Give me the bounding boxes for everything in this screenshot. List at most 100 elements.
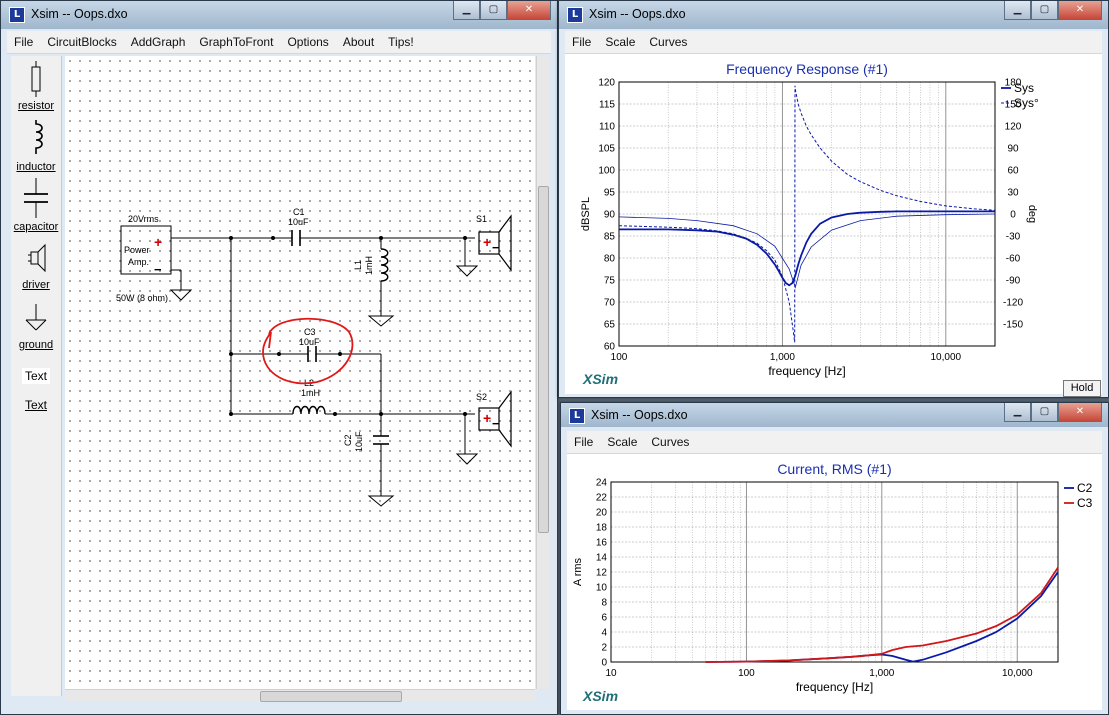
- y2-axis-label: deg: [1026, 205, 1038, 223]
- palette-label: resistor: [17, 100, 55, 112]
- x-tick-label: 10,000: [931, 352, 962, 363]
- schematic-canvas[interactable]: + − + − 20Vrms Power Amp. + − 50W (8 ohm…: [65, 56, 535, 689]
- ground-symbol: [367, 315, 395, 327]
- palette-text[interactable]: Text: [11, 368, 61, 384]
- inductor-icon: [35, 120, 43, 154]
- y-tick-label: 120: [598, 78, 615, 89]
- menu-tips[interactable]: Tips!: [381, 31, 421, 49]
- palette-driver[interactable]: driver: [11, 242, 61, 291]
- menu-file[interactable]: File: [7, 31, 40, 49]
- palette-inductor[interactable]: inductor: [11, 118, 61, 173]
- y-tick-label: 10: [596, 583, 608, 594]
- vertical-scrollbar[interactable]: [536, 56, 549, 689]
- current-rms-chart[interactable]: 02468101214161820222410 100 1,000 10,000Cur…: [567, 454, 1102, 710]
- series-line-unnamed: [618, 213, 996, 289]
- amp-power-label: 50W (8 ohm): [116, 293, 168, 303]
- y2-tick-label: 0: [1010, 210, 1016, 221]
- junction-dot: [271, 236, 275, 240]
- capacitor-icon: [24, 178, 48, 218]
- palette-ground[interactable]: ground: [11, 302, 61, 351]
- s1-name: S1: [476, 214, 487, 224]
- y-tick-label: 85: [604, 232, 616, 243]
- horizontal-scrollbar[interactable]: [65, 689, 535, 702]
- menu-options[interactable]: Options: [280, 31, 335, 49]
- y2-tick-label: -30: [1006, 232, 1021, 243]
- junction-dot: [379, 412, 383, 416]
- menu-about[interactable]: About: [336, 31, 381, 49]
- s1-minus: −: [492, 240, 500, 255]
- y-tick-label: 90: [604, 210, 616, 221]
- x-tick-label: 1,000: [869, 668, 894, 679]
- minimize-button[interactable]: ▁: [453, 1, 480, 20]
- scroll-thumb[interactable]: [260, 691, 402, 702]
- junction-dot: [379, 236, 383, 240]
- y-tick-label: 75: [604, 276, 616, 287]
- maximize-button[interactable]: ▢: [1031, 403, 1058, 422]
- menu-bar: File Scale Curves: [565, 31, 1102, 54]
- minimize-button[interactable]: ▁: [1004, 1, 1031, 20]
- app-icon: L: [9, 7, 25, 23]
- y-tick-label: 14: [596, 553, 608, 564]
- menu-addgraph[interactable]: AddGraph: [124, 31, 193, 49]
- s1-cone: [498, 214, 512, 272]
- y-tick-label: 22: [596, 493, 608, 504]
- minimize-button[interactable]: ▁: [1004, 403, 1031, 422]
- menu-circuitblocks[interactable]: CircuitBlocks: [40, 31, 123, 49]
- y-tick-label: 110: [599, 122, 615, 133]
- palette-label: ground: [18, 339, 54, 351]
- ground-symbol: [455, 265, 479, 277]
- current-titlebar[interactable]: L Xsim -- Oops.dxo ▁ ▢ ✕: [561, 403, 1108, 427]
- ground-symbol: [367, 495, 395, 507]
- c1-value: 10uF: [288, 217, 309, 227]
- xsim-logo: XSim: [583, 688, 619, 704]
- maximize-button[interactable]: ▢: [480, 1, 507, 20]
- c1-name: C1: [293, 207, 305, 217]
- palette-capacitor[interactable]: capacitor: [11, 178, 61, 233]
- y-tick-label: 60: [604, 342, 616, 353]
- y-tick-label: 16: [596, 538, 608, 549]
- y-tick-label: 8: [601, 598, 607, 609]
- close-button[interactable]: ✕: [507, 1, 551, 20]
- menu-scale[interactable]: Scale: [600, 431, 644, 449]
- frequency-response-chart[interactable]: 60 65 70 75 80 85 90 95 100 105 110 115 120 -150 -120 -…: [565, 54, 1102, 394]
- hold-button[interactable]: Hold: [1063, 380, 1101, 397]
- junction-dot: [229, 236, 233, 240]
- menu-file[interactable]: File: [567, 431, 600, 449]
- y-tick-label: 24: [596, 478, 608, 489]
- close-button[interactable]: ✕: [1058, 403, 1102, 422]
- palette-label: inductor: [16, 161, 56, 173]
- frequency-response-window: L Xsim -- Oops.dxo ▁ ▢ ✕ File Scale Curves…: [558, 0, 1109, 398]
- xsim-logo: XSim: [583, 371, 619, 387]
- y-tick-label: 6: [601, 613, 607, 624]
- chart-title: Frequency Response (#1): [726, 61, 888, 77]
- y2-tick-label: 30: [1007, 188, 1019, 199]
- l1-coil: [380, 248, 389, 282]
- c3-value: 10uF: [299, 337, 320, 347]
- palette-resistor[interactable]: resistor: [11, 61, 61, 112]
- resistor-icon: [31, 61, 41, 97]
- menu-graphtofront[interactable]: GraphToFront: [192, 31, 280, 49]
- menu-curves[interactable]: Curves: [642, 31, 694, 49]
- legend-label: C3: [1077, 496, 1093, 510]
- schematic-titlebar[interactable]: L Xsim -- Oops.dxo ▁ ▢ ✕: [1, 1, 557, 29]
- x-tick-label: 1,000: [770, 352, 795, 363]
- y-tick-label: 4: [601, 628, 607, 639]
- junction-dot: [277, 352, 281, 356]
- component-palette: resistor inductor capacitor driver groun…: [11, 56, 62, 696]
- y-tick-label: 20: [596, 508, 608, 519]
- scroll-thumb[interactable]: [538, 186, 549, 533]
- current-plot-pane: 0 2 4 6 8 10 12 14 16 18 20 22 24 10 100 1,000 10,000 Cur…: [567, 454, 1102, 710]
- window-title: Xsim -- Oops.dxo: [589, 7, 686, 21]
- c2-value: 10uF: [354, 431, 364, 452]
- freq-titlebar[interactable]: L Xsim -- Oops.dxo ▁ ▢ ✕: [559, 1, 1108, 29]
- junction-dot: [338, 352, 342, 356]
- palette-text-link[interactable]: Text: [11, 398, 61, 412]
- series-line-sys: [619, 210, 995, 287]
- amp-voltage-label: 20Vrms: [128, 214, 159, 224]
- maximize-button[interactable]: ▢: [1031, 1, 1058, 20]
- menu-scale[interactable]: Scale: [598, 31, 642, 49]
- menu-curves[interactable]: Curves: [644, 431, 696, 449]
- l2-value: 1mH: [301, 388, 320, 398]
- close-button[interactable]: ✕: [1058, 1, 1102, 20]
- menu-file[interactable]: File: [565, 31, 598, 49]
